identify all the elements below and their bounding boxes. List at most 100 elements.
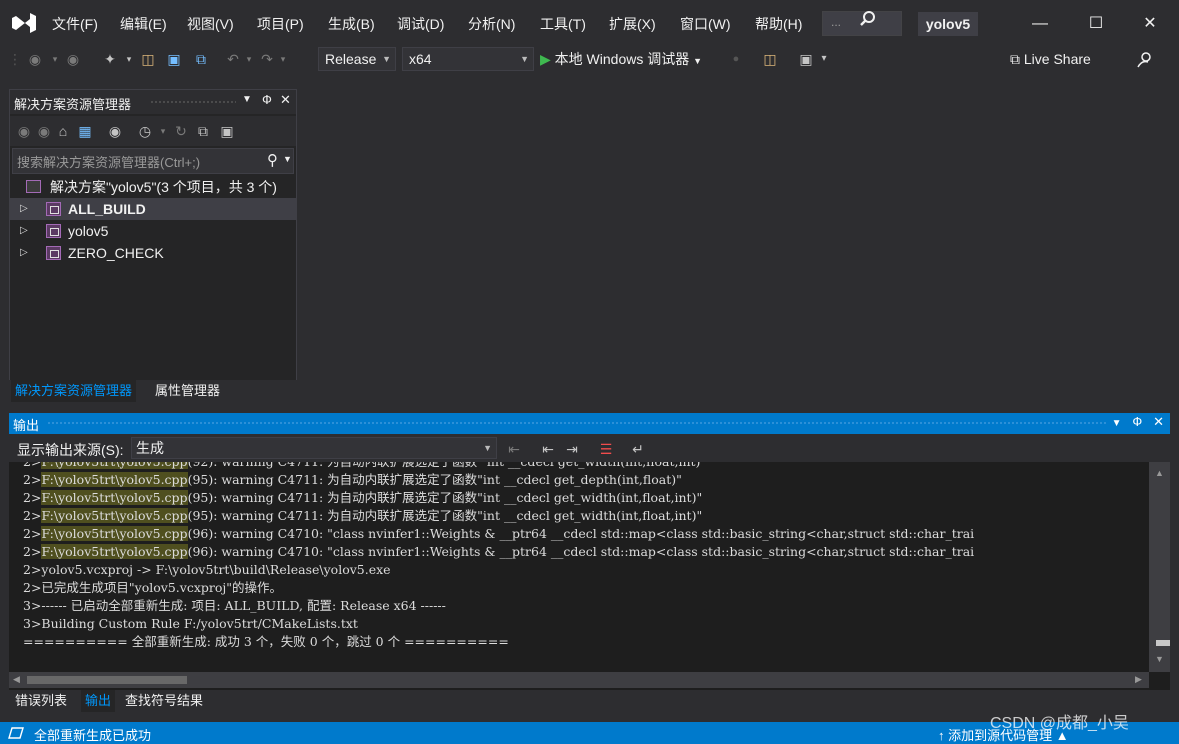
open-folder-icon[interactable]: ◫	[138, 50, 158, 68]
maximize-button[interactable]: ☐	[1074, 8, 1118, 40]
platform-select[interactable]: x64 ▼	[402, 47, 534, 71]
output-line-file[interactable]: F:\yolov5trt\yolov5.cpp	[41, 472, 188, 487]
output-line-file[interactable]: F:\yolov5trt\yolov5.cpp	[41, 526, 188, 541]
go-to-next-message-icon[interactable]: ⇥	[563, 440, 581, 458]
scroll-up-icon[interactable]: ▲	[1155, 468, 1164, 478]
expand-arrow-icon[interactable]: ▷	[20, 198, 28, 220]
home-icon[interactable]: ⌂	[54, 122, 72, 140]
save-all-icon[interactable]: ⧉	[190, 50, 212, 68]
horizontal-scrollbar[interactable]: ◀ ▶	[9, 672, 1149, 688]
close-icon[interactable]: ✕	[280, 92, 291, 108]
search-options-icon[interactable]: ▼	[283, 154, 292, 164]
tree-item-all-build[interactable]: ▷ ALL_BUILD	[10, 198, 296, 220]
tab-error-list[interactable]: 错误列表	[11, 690, 71, 712]
toolbar-options-icon[interactable]: ▾	[818, 50, 830, 68]
start-debugger-button[interactable]: ▶ 本地 Windows 调试器 ▼	[540, 47, 702, 71]
output-line-file[interactable]: F:\yolov5trt\yolov5.cpp	[41, 490, 188, 505]
output-line-text: (95): warning C4711: 为自动内联扩展选定了函数"int __…	[187, 472, 682, 487]
screenshot-icon[interactable]: ▣	[796, 50, 816, 68]
new-project-icon[interactable]: ✦	[100, 50, 120, 68]
pin-icon[interactable]: Ф	[262, 92, 272, 107]
fire-icon[interactable]: ●	[728, 50, 744, 68]
toggle-word-wrap-icon[interactable]: ↵	[629, 440, 647, 458]
back-icon[interactable]: ◉	[16, 122, 32, 140]
tab-output[interactable]: 输出	[81, 690, 116, 712]
collapse-all-icon[interactable]: ⧉	[194, 122, 212, 140]
window-position-icon[interactable]: ▼	[242, 94, 252, 105]
pin-icon[interactable]: Ф	[1132, 414, 1142, 429]
menu-window[interactable]: 窗口(W)	[680, 14, 731, 34]
menu-help[interactable]: 帮助(H)	[755, 14, 802, 34]
switch-views-icon[interactable]: ▦	[76, 122, 94, 140]
scroll-right-icon[interactable]: ▶	[1135, 674, 1142, 685]
output-line-file[interactable]: F:\yolov5trt\yolov5.cpp	[41, 544, 188, 559]
scroll-left-icon[interactable]: ◀	[13, 674, 20, 685]
tab-find-symbol-results[interactable]: 查找符号结果	[121, 690, 207, 712]
tree-item-yolov5[interactable]: ▷ yolov5	[10, 220, 296, 242]
output-line-prefix: 2>	[23, 490, 42, 505]
live-share-button[interactable]: ⧉ Live Share	[1010, 51, 1091, 71]
tree-item-zero-check[interactable]: ▷ ZERO_CHECK	[10, 242, 296, 264]
vertical-scrollbar[interactable]: ▲ ▼	[1149, 462, 1170, 672]
tab-property-manager[interactable]: 属性管理器	[151, 380, 224, 402]
menu-file[interactable]: 文件(F)	[52, 14, 98, 34]
chevron-down-icon: ▼	[483, 443, 492, 453]
panel-grip[interactable]	[47, 421, 1107, 426]
find-message-in-code-icon[interactable]: ⇤	[539, 440, 557, 458]
close-button[interactable]: ✕	[1128, 8, 1172, 40]
search-icon[interactable]	[858, 9, 878, 29]
clear-all-icon[interactable]: ☰	[597, 440, 615, 458]
configuration-select[interactable]: Release ▼	[318, 47, 396, 71]
panel-grip[interactable]	[150, 100, 236, 105]
back-icon[interactable]: ◉	[26, 50, 44, 68]
menu-build[interactable]: 生成(B)	[328, 14, 375, 34]
forward-icon[interactable]: ◉	[36, 122, 52, 140]
output-tabs: 错误列表 输出 查找符号结果	[9, 690, 409, 712]
tab-solution-explorer[interactable]: 解决方案资源管理器	[11, 380, 137, 402]
expand-arrow-icon[interactable]: ▷	[20, 242, 28, 264]
back-dropdown-icon[interactable]: ▾	[50, 50, 60, 68]
horizontal-scroll-thumb[interactable]	[27, 676, 187, 684]
new-project-dropdown-icon[interactable]: ▾	[124, 50, 134, 68]
menu-tools[interactable]: 工具(T)	[540, 14, 586, 34]
history-icon[interactable]: ◷	[136, 122, 154, 140]
solution-search-input[interactable]	[17, 153, 257, 171]
output-header[interactable]: 输出 ▼ Ф ✕	[9, 413, 1170, 434]
go-to-previous-message-icon[interactable]: ⇤	[505, 440, 523, 458]
menu-analyze[interactable]: 分析(N)	[468, 14, 515, 34]
output-text-area[interactable]: 2>F:\yolov5trt\yolov5.cpp(92): warning C…	[9, 462, 1149, 670]
pending-changes-icon[interactable]: ◉	[106, 122, 124, 140]
window-position-icon[interactable]: ▼	[1112, 418, 1122, 429]
undo-icon[interactable]: ↶	[224, 50, 242, 68]
feedback-icon[interactable]	[1134, 50, 1154, 70]
vertical-scroll-thumb[interactable]	[1156, 640, 1170, 646]
close-icon[interactable]: ✕	[1153, 414, 1164, 429]
chevron-down-icon: ▼	[693, 56, 703, 66]
minimize-button[interactable]: —	[1018, 8, 1062, 40]
menu-project[interactable]: 项目(P)	[257, 14, 304, 34]
sync-icon[interactable]: ↻	[172, 122, 190, 140]
menu-extensions[interactable]: 扩展(X)	[609, 14, 656, 34]
save-icon[interactable]: ▣	[164, 50, 184, 68]
output-line-file[interactable]: F:\yolov5trt\yolov5.cpp	[41, 508, 188, 523]
solution-search-box: ⚲ ▼	[12, 148, 294, 174]
scroll-down-icon[interactable]: ▼	[1155, 654, 1164, 664]
redo-dropdown-icon[interactable]: ▾	[278, 50, 288, 68]
forward-icon[interactable]: ◉	[64, 50, 82, 68]
expand-arrow-icon[interactable]: ▷	[20, 220, 28, 242]
output-line-prefix: 2>	[23, 544, 42, 559]
menu-edit[interactable]: 编辑(E)	[120, 14, 167, 34]
output-source-select[interactable]: 生成 ▼	[131, 437, 497, 459]
search-icon[interactable]: ⚲	[267, 151, 278, 169]
menu-debug[interactable]: 调试(D)	[397, 14, 444, 34]
show-all-files-icon[interactable]: ▣	[218, 122, 236, 140]
solution-explorer-header[interactable]: 解决方案资源管理器 ▼ Ф ✕	[10, 90, 296, 114]
output-line-file[interactable]: F:\yolov5trt\yolov5.cpp	[41, 462, 188, 469]
solution-folder-icon[interactable]: ◫	[760, 50, 780, 68]
menu-view[interactable]: 视图(V)	[187, 14, 234, 34]
undo-dropdown-icon[interactable]: ▾	[244, 50, 254, 68]
history-dropdown-icon[interactable]: ▾	[158, 122, 168, 140]
redo-icon[interactable]: ↷	[258, 50, 276, 68]
solution-node[interactable]: 解决方案"yolov5"(3 个项目，共 3 个)	[10, 176, 296, 198]
visual-studio-logo-icon	[12, 13, 36, 33]
